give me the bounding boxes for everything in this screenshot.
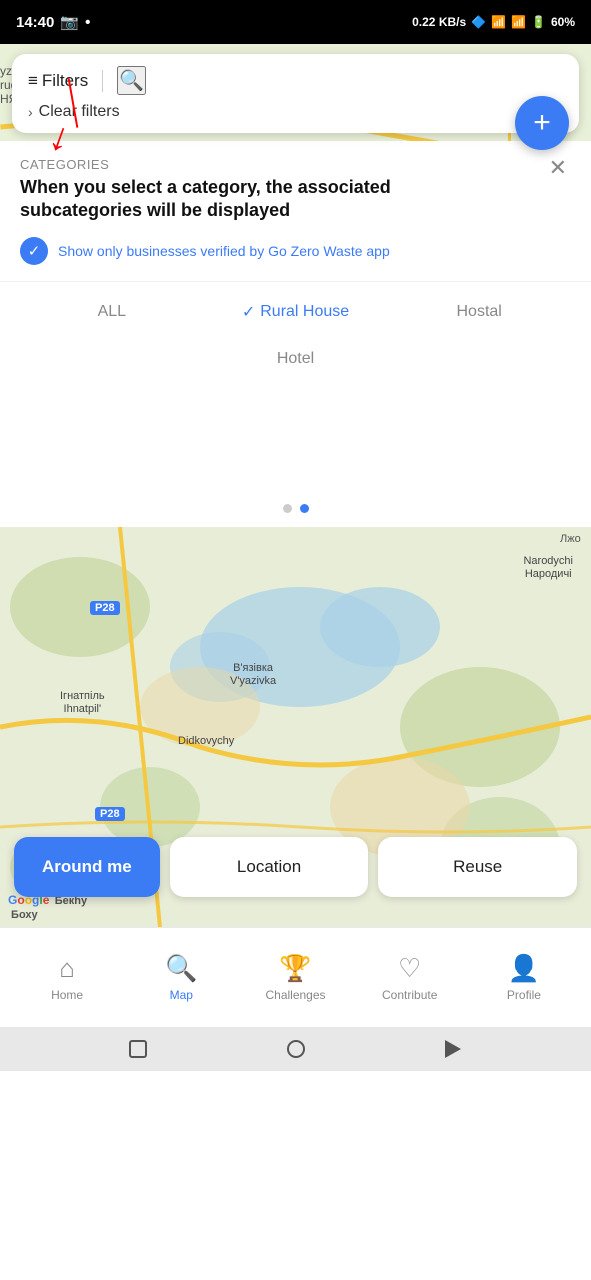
chevron-right-icon: › xyxy=(28,104,33,120)
close-button[interactable]: ✕ xyxy=(545,155,571,181)
profile-label: Profile xyxy=(507,988,541,1002)
android-back-button[interactable] xyxy=(433,1029,473,1069)
search-button[interactable]: 🔍 xyxy=(117,66,146,95)
filter-bar: ≡ Filters 🔍 › Clear filters xyxy=(12,54,579,133)
battery-icon: 🔋 xyxy=(531,15,546,29)
panel-header: CATEGORIES When you select a category, t… xyxy=(0,141,591,227)
signal-icon: 📶 xyxy=(491,15,506,29)
clear-filters-row[interactable]: › Clear filters xyxy=(28,103,563,121)
map-search-icon: 🔍 xyxy=(165,953,197,984)
android-triangle-icon xyxy=(445,1040,461,1058)
page-dots xyxy=(0,494,591,527)
category-rural-house[interactable]: ✓ Rural House xyxy=(204,292,388,332)
nav-item-profile[interactable]: 👤 Profile xyxy=(467,945,581,1010)
android-home-button[interactable] xyxy=(276,1029,316,1069)
reuse-button[interactable]: Reuse xyxy=(378,837,577,897)
contribute-label: Contribute xyxy=(382,988,437,1002)
check-icon: ✓ xyxy=(242,302,255,322)
nav-item-home[interactable]: ⌂ Home xyxy=(10,945,124,1010)
map-area: Лжо NarodychiНародичі В'язівкаV'yazivka … xyxy=(0,527,591,927)
android-nav-bar xyxy=(0,1027,591,1071)
status-time: 14:40 xyxy=(16,14,54,31)
nav-item-contribute[interactable]: ♡ Contribute xyxy=(353,945,467,1010)
clear-filters-label: Clear filters xyxy=(39,103,120,121)
bluetooth-icon: 🔷 xyxy=(471,15,486,29)
nav-item-map[interactable]: 🔍 Map xyxy=(124,945,238,1010)
verified-text: Show only businesses verified by Go Zero… xyxy=(58,243,390,259)
category-hostal[interactable]: Hostal xyxy=(387,293,571,331)
wifi-icon: 📶 xyxy=(511,15,526,29)
status-bar-right: 0.22 KB/s 🔷 📶 📶 🔋 60% xyxy=(412,15,575,29)
panel: CATEGORIES When you select a category, t… xyxy=(0,141,591,527)
category-hotel-label: Hotel xyxy=(277,350,314,367)
android-recents-button[interactable] xyxy=(118,1029,158,1069)
verified-row[interactable]: ✓ Show only businesses verified by Go Ze… xyxy=(0,227,591,281)
profile-icon: 👤 xyxy=(508,953,540,984)
challenges-label: Challenges xyxy=(265,988,325,1002)
category-hostal-label: Hostal xyxy=(457,303,502,320)
category-all[interactable]: ALL xyxy=(20,293,204,331)
hamburger-icon: ≡ xyxy=(28,71,38,91)
data-speed: 0.22 KB/s xyxy=(412,15,466,29)
filter-icon-group[interactable]: ≡ Filters xyxy=(28,71,88,91)
android-circle-icon xyxy=(287,1040,305,1058)
around-me-button[interactable]: Around me xyxy=(14,837,160,897)
nav-item-challenges[interactable]: 🏆 Challenges xyxy=(238,945,352,1010)
camera-icon: 📷 xyxy=(60,13,79,31)
contribute-icon: ♡ xyxy=(398,953,421,984)
home-icon: ⌂ xyxy=(59,953,75,984)
dot-indicator: • xyxy=(85,14,90,31)
road-badge-p28-top: P28 xyxy=(90,601,120,615)
filters-label: Filters xyxy=(42,71,88,91)
panel-spacer xyxy=(0,394,591,494)
panel-title: When you select a category, the associat… xyxy=(20,176,500,223)
map-bottom-buttons: Around me Location Reuse xyxy=(0,837,591,897)
home-label: Home xyxy=(51,988,83,1002)
filter-bar-top: ≡ Filters 🔍 xyxy=(28,66,563,95)
dot-2 xyxy=(300,504,309,513)
filter-divider xyxy=(102,70,103,92)
category-rural-house-label: Rural House xyxy=(260,303,349,321)
plus-button[interactable]: + xyxy=(515,96,569,150)
category-row-1: ALL ✓ Rural House Hostal xyxy=(0,281,591,338)
google-logo: Google Бекhy Бохy xyxy=(8,893,87,921)
category-all-label: ALL xyxy=(98,303,126,320)
android-square-icon xyxy=(129,1040,147,1058)
status-bar-left: 14:40 📷 • xyxy=(16,13,90,31)
categories-label: CATEGORIES xyxy=(20,157,500,172)
dot-1 xyxy=(283,504,292,513)
location-button[interactable]: Location xyxy=(170,837,369,897)
verified-icon: ✓ xyxy=(20,237,48,265)
status-bar: 14:40 📷 • 0.22 KB/s 🔷 📶 📶 🔋 60% xyxy=(0,0,591,44)
map-label: Map xyxy=(170,988,193,1002)
category-hotel[interactable]: Hotel xyxy=(20,340,571,378)
bottom-nav: ⌂ Home 🔍 Map 🏆 Challenges ♡ Contribute 👤… xyxy=(0,927,591,1027)
battery-percent: 60% xyxy=(551,15,575,29)
category-row-2: Hotel xyxy=(0,338,591,394)
challenges-icon: 🏆 xyxy=(279,953,311,984)
svg-text:Лжо: Лжо xyxy=(560,533,581,545)
road-badge-p28-bottom: P28 xyxy=(95,807,125,821)
